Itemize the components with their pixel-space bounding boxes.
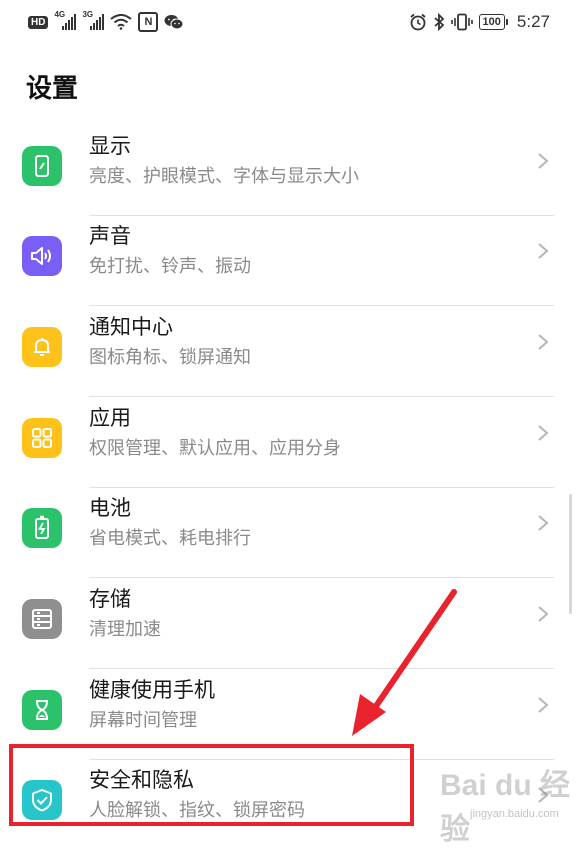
hd-badge: HD <box>28 15 49 29</box>
signal-icon-2: 3G <box>82 10 105 30</box>
speaker-icon <box>22 236 62 276</box>
settings-item-title: 应用 <box>89 406 131 430</box>
scrollbar-thumb[interactable] <box>569 494 572 614</box>
settings-item-subtitle: 人脸解锁、指纹、锁屏密码 <box>89 800 305 821</box>
storage-icon <box>22 599 62 639</box>
chevron-right-icon <box>538 425 549 441</box>
nfc-label: N <box>144 16 153 28</box>
display-icon <box>22 146 62 186</box>
settings-item-title: 显示 <box>89 134 131 158</box>
settings-item-apps[interactable]: 应用 权限管理、默认应用、应用分身 <box>0 398 576 488</box>
settings-item-subtitle: 清理加速 <box>89 619 161 640</box>
chevron-right-icon <box>538 515 549 531</box>
alarm-icon <box>409 13 426 31</box>
settings-item-title: 电池 <box>89 496 131 520</box>
hourglass-icon <box>22 690 62 730</box>
settings-item-title: 存储 <box>89 587 131 611</box>
battery-icon: 100 <box>478 14 509 30</box>
status-left: HD 4G 3G N <box>28 10 184 32</box>
wifi-icon <box>110 14 133 30</box>
network-type-1: 4G <box>54 10 66 19</box>
settings-item-title: 健康使用手机 <box>89 678 215 702</box>
settings-item-battery[interactable]: 电池 省电模式、耗电排行 <box>0 488 576 578</box>
apps-grid-icon <box>22 418 62 458</box>
watermark-url: jingyan.baidu.com <box>470 808 559 820</box>
battery-icon <box>22 508 62 548</box>
settings-item-subtitle: 权限管理、默认应用、应用分身 <box>89 438 341 459</box>
watermark-logo: Bai du 经验 <box>440 769 571 846</box>
chevron-right-icon <box>538 153 549 169</box>
page-title: 设置 <box>26 74 79 104</box>
settings-item-digital-balance[interactable]: 健康使用手机 屏幕时间管理 <box>0 670 576 760</box>
settings-item-subtitle: 屏幕时间管理 <box>89 710 197 731</box>
settings-item-subtitle: 亮度、护眼模式、字体与显示大小 <box>89 166 359 187</box>
vibrate-icon <box>450 13 473 31</box>
bluetooth-icon <box>433 13 444 31</box>
network-type-2: 3G <box>82 10 94 19</box>
settings-item-title: 声音 <box>89 224 131 248</box>
divider <box>89 577 554 578</box>
settings-item-subtitle: 免打扰、铃声、振动 <box>89 256 251 277</box>
settings-item-notifications[interactable]: 通知中心 图标角标、锁屏通知 <box>0 307 576 397</box>
chevron-right-icon <box>538 606 549 622</box>
wechat-icon <box>164 15 184 30</box>
settings-item-display[interactable]: 显示 亮度、护眼模式、字体与显示大小 <box>0 126 576 216</box>
divider <box>89 668 554 669</box>
chevron-right-icon <box>538 334 549 350</box>
nfc-icon: N <box>138 12 159 32</box>
chevron-right-icon <box>538 243 549 259</box>
shield-icon <box>22 780 62 820</box>
settings-item-sound[interactable]: 声音 免打扰、铃声、振动 <box>0 216 576 306</box>
divider <box>89 396 554 397</box>
status-right: 100 5:27 <box>409 12 550 32</box>
chevron-right-icon <box>538 697 549 713</box>
bell-icon <box>22 327 62 367</box>
signal-icon: 4G <box>54 10 77 30</box>
settings-item-title: 通知中心 <box>89 315 173 339</box>
status-bar: HD 4G 3G N 100 5:27 <box>0 0 576 44</box>
settings-item-subtitle: 省电模式、耗电排行 <box>89 528 251 549</box>
settings-item-subtitle: 图标角标、锁屏通知 <box>89 347 251 368</box>
settings-item-title: 安全和隐私 <box>89 768 194 792</box>
battery-level: 100 <box>482 16 501 28</box>
divider <box>89 305 554 306</box>
settings-item-storage[interactable]: 存储 清理加速 <box>0 579 576 669</box>
clock: 5:27 <box>516 12 550 31</box>
